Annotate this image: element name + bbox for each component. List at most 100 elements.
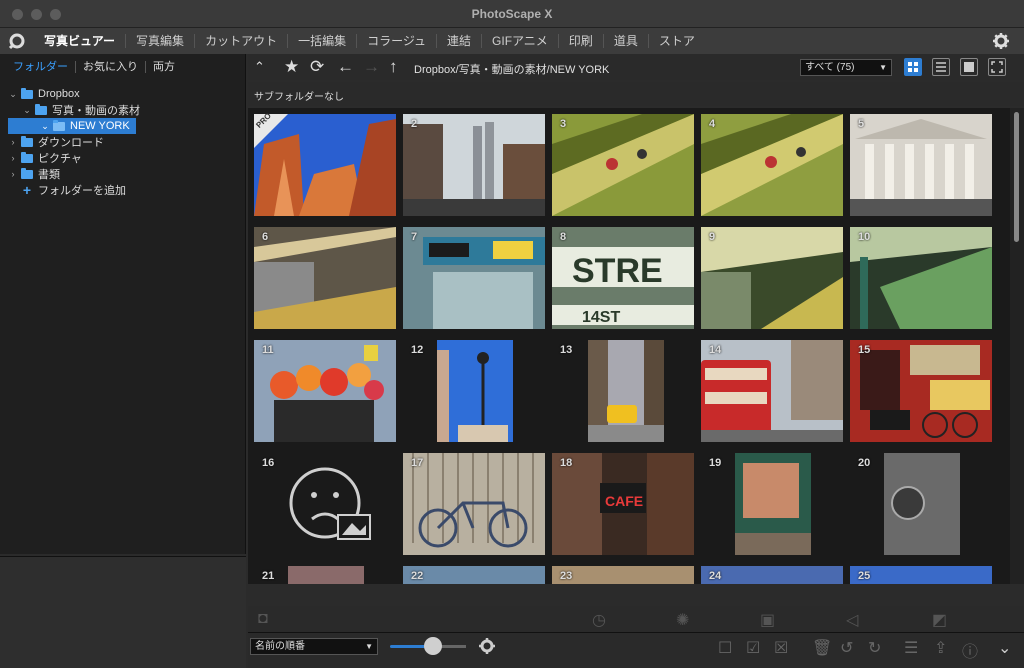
thumbnail-cell[interactable]: PRO bbox=[254, 111, 402, 226]
tree-item-documents[interactable]: › 書類 bbox=[0, 166, 245, 182]
tree-item-label: ダウンロード bbox=[38, 137, 104, 149]
window-title: PhotoScape X bbox=[471, 7, 553, 21]
tab-folders[interactable]: フォルダー bbox=[6, 61, 75, 73]
fullscreen-icon[interactable] bbox=[988, 58, 1006, 76]
tree-item-new-york[interactable]: ⌄ NEW YORK bbox=[8, 118, 136, 134]
thumbnail-cell[interactable]: 25 bbox=[850, 566, 998, 584]
thumbnail-image bbox=[552, 340, 694, 442]
scrollbar-thumb[interactable] bbox=[1014, 112, 1019, 242]
thumbnail-cell[interactable]: 22 bbox=[403, 566, 551, 584]
back-arrow-icon[interactable]: ← bbox=[337, 58, 354, 76]
thumbnail-cell[interactable]: 3 bbox=[552, 114, 700, 226]
thumbnail-cell[interactable]: 7 bbox=[403, 227, 551, 339]
folder-tree: ⌄ Dropbox ⌄ 写真・動画の素材 ⌄ NEW YORK › ダウンロード… bbox=[0, 80, 245, 198]
add-folder-button[interactable]: + フォルダーを追加 bbox=[0, 182, 245, 198]
rotate-right-icon[interactable]: ↻ bbox=[868, 638, 881, 658]
folder-path: Dropbox/写真・動画の素材/NEW YORK bbox=[414, 64, 610, 76]
chevron-down-icon[interactable]: ⌄ bbox=[8, 89, 18, 100]
grid-view-icon[interactable] bbox=[904, 58, 922, 76]
thumbnail-image bbox=[552, 114, 694, 216]
grid-scrollbar[interactable] bbox=[1010, 108, 1024, 584]
thumbnail-cell[interactable]: 2 bbox=[403, 114, 551, 226]
menu-combine[interactable]: 連結 bbox=[436, 34, 481, 48]
thumbnail-cell[interactable]: 11 bbox=[254, 340, 402, 452]
thumbnail-image bbox=[850, 453, 992, 555]
menu-gif[interactable]: GIFアニメ bbox=[481, 34, 558, 48]
tree-item-dropbox[interactable]: ⌄ Dropbox bbox=[0, 86, 245, 102]
aperture-icon: ✺ bbox=[676, 612, 690, 629]
thumbnail-cell[interactable]: 10 bbox=[850, 227, 998, 339]
dropdown-arrow-icon: ▼ bbox=[879, 63, 887, 72]
thumbnail-cell[interactable]: 6 bbox=[254, 227, 402, 339]
thumbnail-number: 22 bbox=[411, 570, 424, 582]
menu-batch[interactable]: 一括編集 bbox=[287, 34, 356, 48]
filter-select[interactable]: すべて (75) ▼ bbox=[800, 59, 892, 76]
thumbnail-cell[interactable]: 20 bbox=[850, 453, 998, 565]
invert-selection-icon[interactable]: ☒ bbox=[774, 638, 788, 658]
thumbnail-cell[interactable]: 16 bbox=[254, 453, 402, 565]
menu-tools[interactable]: 道具 bbox=[602, 34, 648, 48]
trash-icon[interactable]: 🗑 bbox=[812, 638, 832, 658]
forward-arrow-icon[interactable]: → bbox=[363, 58, 380, 76]
sidebar-tabs: フォルダー お気に入り 両方 bbox=[0, 54, 245, 80]
tree-item-label: NEW YORK bbox=[70, 120, 130, 132]
share-icon[interactable]: ⇪ bbox=[934, 638, 947, 658]
thumbnail-image bbox=[701, 453, 843, 555]
single-view-icon[interactable] bbox=[960, 58, 978, 76]
select-all-icon[interactable]: ☑ bbox=[746, 638, 760, 658]
menu-cutout[interactable]: カットアウト bbox=[194, 34, 287, 48]
thumbnail-image bbox=[701, 227, 843, 329]
tab-both[interactable]: 両方 bbox=[145, 61, 182, 73]
menu-print[interactable]: 印刷 bbox=[557, 34, 603, 48]
slider-knob[interactable] bbox=[424, 637, 442, 655]
rotate-left-icon[interactable]: ↺ bbox=[840, 638, 853, 658]
tree-item-materials[interactable]: ⌄ 写真・動画の素材 bbox=[0, 102, 245, 118]
menu-photo-viewer[interactable]: 写真ビュアー bbox=[34, 34, 125, 48]
thumbnail-cell[interactable]: 21 bbox=[254, 566, 402, 584]
refresh-icon[interactable]: ⟳ bbox=[310, 58, 324, 76]
thumbnail-cell[interactable]: 4 bbox=[701, 114, 849, 226]
menu-collage[interactable]: コラージュ bbox=[356, 34, 436, 48]
thumbnail-image bbox=[850, 340, 992, 442]
thumbnail-cell[interactable]: 9 bbox=[701, 227, 849, 339]
sort-select[interactable]: 名前の順番 ▼ bbox=[250, 638, 378, 655]
tree-item-downloads[interactable]: › ダウンロード bbox=[0, 134, 245, 150]
chevron-down-icon[interactable]: ⌄ bbox=[998, 638, 1011, 658]
thumbnail-cell[interactable]: 19 bbox=[701, 453, 849, 565]
chevron-right-icon[interactable]: › bbox=[8, 137, 18, 147]
iso-icon: ▣ bbox=[760, 612, 776, 629]
adjust-sliders-icon[interactable]: ☰ bbox=[904, 638, 918, 658]
tree-item-pictures[interactable]: › ピクチャ bbox=[0, 150, 245, 166]
menu-store[interactable]: ストア bbox=[647, 34, 705, 48]
thumbnail-number: 4 bbox=[709, 118, 716, 130]
tab-favorites[interactable]: お気に入り bbox=[75, 61, 145, 73]
thumbnail-settings-gear-icon[interactable] bbox=[478, 637, 496, 660]
list-view-icon[interactable] bbox=[932, 58, 950, 76]
thumbnail-cell[interactable]: 13 bbox=[552, 340, 700, 452]
chevron-right-icon[interactable]: › bbox=[8, 169, 18, 179]
thumbnail-number: 23 bbox=[560, 570, 573, 582]
thumbnail-cell[interactable]: 17 bbox=[403, 453, 551, 565]
chevron-down-icon[interactable]: ⌄ bbox=[40, 121, 50, 132]
collapse-up-icon[interactable]: ⌃ bbox=[254, 58, 265, 76]
filter-value: すべて (75) bbox=[805, 62, 855, 73]
thumbnail-cell[interactable]: 8 STRE 14ST bbox=[552, 227, 700, 339]
app-logo-icon[interactable] bbox=[0, 28, 34, 54]
chevron-right-icon[interactable]: › bbox=[8, 153, 18, 163]
chevron-down-icon[interactable]: ⌄ bbox=[22, 105, 32, 116]
thumbnail-cell[interactable]: 18 CAFE bbox=[552, 453, 700, 565]
thumbnail-cell[interactable]: 24 bbox=[701, 566, 849, 584]
thumbnail-cell[interactable]: 15 bbox=[850, 340, 998, 452]
menu-photo-editor[interactable]: 写真編集 bbox=[125, 34, 194, 48]
info-icon[interactable]: ⓘ bbox=[962, 638, 978, 662]
settings-gear-icon[interactable] bbox=[992, 32, 1010, 55]
select-none-icon[interactable]: ☐ bbox=[718, 638, 732, 658]
thumbnail-image bbox=[254, 340, 396, 442]
thumbnail-cell[interactable]: 5 bbox=[850, 114, 998, 226]
thumbnail-cell[interactable]: 12 bbox=[403, 340, 551, 452]
thumbnail-image bbox=[850, 227, 992, 329]
thumbnail-cell[interactable]: 23 bbox=[552, 566, 700, 584]
thumbnail-cell[interactable]: 14 bbox=[701, 340, 849, 452]
star-icon[interactable]: ★ bbox=[284, 58, 299, 76]
up-arrow-icon[interactable]: ↑ bbox=[389, 58, 398, 76]
